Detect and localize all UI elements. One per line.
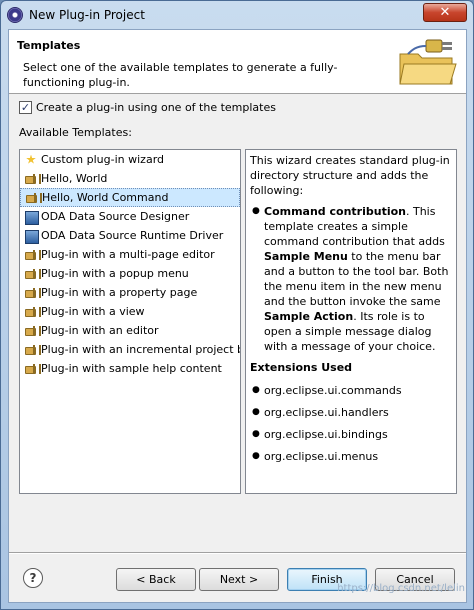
plugin-icon [24, 305, 41, 319]
details-bullet: ● Command contribution. This template cr… [250, 204, 452, 354]
plugin-icon [24, 362, 41, 376]
template-item-label: Plug-in with a view [41, 305, 145, 318]
bullet-bold-2: Sample Action [264, 310, 354, 323]
template-item[interactable]: Plug-in with a property page [20, 283, 240, 302]
close-button[interactable]: ✕ [423, 3, 467, 22]
dialog-window: New Plug-in Project ✕ Templates Select o… [0, 0, 474, 610]
extension-label: org.eclipse.ui.commands [264, 384, 402, 397]
template-item-label: Plug-in with a multi-page editor [41, 248, 215, 261]
template-item-label: ODA Data Source Runtime Driver [41, 229, 224, 242]
plugin-icon [24, 286, 41, 300]
template-item[interactable]: Plug-in with sample help content [20, 359, 240, 378]
plugin-icon [24, 172, 41, 186]
template-item[interactable]: Custom plug-in wizard [20, 150, 240, 169]
template-item-label: ODA Data Source Designer [41, 210, 190, 223]
extension-label: org.eclipse.ui.handlers [264, 406, 389, 419]
bullet-dot: ● [252, 206, 260, 216]
watermark-text: https://blog.csdn.net/lelin [337, 583, 465, 594]
title-bar[interactable]: New Plug-in Project ✕ [1, 1, 473, 29]
back-button[interactable]: < Back [116, 568, 196, 591]
plugin-icon [24, 248, 41, 262]
template-item-label: Plug-in with sample help content [41, 362, 222, 375]
template-item-label: Plug-in with an editor [41, 324, 159, 337]
extensions-list: ● org.eclipse.ui.commands ● org.eclipse.ui.… [250, 383, 452, 464]
eclipse-icon [7, 7, 23, 23]
header-description: Select one of the available templates to… [23, 61, 338, 89]
plugin-icon [24, 324, 41, 338]
template-item[interactable]: Plug-in with an incremental project bu [20, 340, 240, 359]
template-item[interactable]: Plug-in with an editor [20, 321, 240, 340]
bullet-content: Command contribution. This template crea… [264, 204, 452, 354]
oda-icon [24, 229, 39, 244]
details-intro: This wizard creates standard plug-in dir… [250, 154, 450, 197]
extensions-heading: Extensions Used [250, 361, 353, 374]
plugin-icon [24, 267, 41, 281]
template-item[interactable]: Plug-in with a popup menu [20, 264, 240, 283]
templates-list[interactable]: Custom plug-in wizard Hello, World Hello, … [19, 149, 241, 494]
available-templates-label: Available Templates: [19, 126, 132, 139]
template-item[interactable]: Plug-in with a view [20, 302, 240, 321]
template-item[interactable]: Plug-in with a multi-page editor [20, 245, 240, 264]
header-title: Templates [17, 39, 81, 52]
use-template-checkbox-row[interactable]: ✓ Create a plug-in using one of the temp… [19, 101, 276, 114]
template-item-label: Custom plug-in wizard [41, 153, 165, 166]
template-item-label: Hello, World [41, 172, 108, 185]
oda-icon [24, 210, 39, 225]
template-item-label: Plug-in with a popup menu [41, 267, 189, 280]
template-item-label: Plug-in with a property page [41, 286, 198, 299]
plugin-icon [24, 343, 41, 357]
extension-item: ● org.eclipse.ui.menus [250, 449, 452, 464]
next-button[interactable]: Next > [199, 568, 279, 591]
extension-item: ● org.eclipse.ui.bindings [250, 427, 452, 442]
use-template-checkbox[interactable]: ✓ [19, 101, 32, 114]
help-button[interactable]: ? [23, 568, 43, 588]
bullet-title: Command contribution [264, 205, 406, 218]
bullet-dot: ● [252, 385, 260, 395]
template-description-panel: This wizard creates standard plug-in dir… [245, 149, 457, 494]
extension-item: ● org.eclipse.ui.handlers [250, 405, 452, 420]
bullet-bold-1: Sample Menu [264, 250, 348, 263]
use-template-label[interactable]: Create a plug-in using one of the templa… [36, 101, 276, 114]
folder-plug-icon [399, 39, 457, 85]
wizard-icon [24, 153, 38, 167]
dialog-client-area: Templates Select one of the available te… [8, 29, 467, 603]
window-title: New Plug-in Project [29, 8, 145, 22]
bullet-dot: ● [252, 407, 260, 417]
extension-item: ● org.eclipse.ui.commands [250, 383, 452, 398]
extension-label: org.eclipse.ui.bindings [264, 428, 388, 441]
template-item-label: Hello, World Command [42, 191, 169, 204]
bullet-dot: ● [252, 429, 260, 439]
template-item[interactable]: ODA Data Source Designer [20, 207, 240, 226]
template-item-label: Plug-in with an incremental project bu [41, 343, 241, 356]
extension-label: org.eclipse.ui.menus [264, 450, 379, 463]
wizard-header: Templates Select one of the available te… [9, 30, 466, 94]
plugin-icon [25, 191, 42, 205]
template-item[interactable]: Hello, World [20, 169, 240, 188]
bullet-dot: ● [252, 451, 260, 461]
template-item[interactable]: ODA Data Source Runtime Driver [20, 226, 240, 245]
template-item[interactable]: Hello, World Command [20, 188, 240, 207]
button-separator [9, 552, 466, 554]
